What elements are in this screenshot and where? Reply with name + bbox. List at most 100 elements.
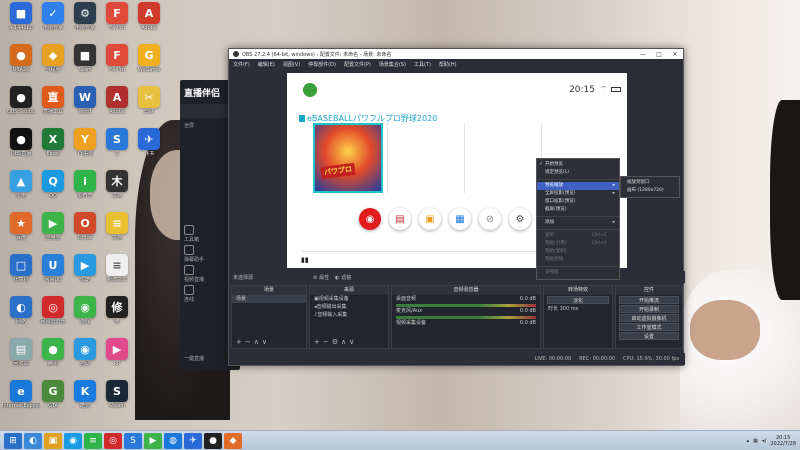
desktop-icon[interactable]: A Adobe	[130, 2, 168, 31]
menu-item[interactable]: 工具(T)	[414, 61, 431, 68]
taskbar-app-button[interactable]: ◆	[224, 432, 242, 449]
minimize-icon[interactable]: —	[635, 51, 651, 58]
app-icon: ●	[42, 338, 64, 360]
taskbar-app-button[interactable]: ✈	[184, 432, 202, 449]
desktop-icon[interactable]: 木文档	[98, 170, 136, 199]
app-icon: A	[106, 86, 128, 108]
desktop-icon[interactable]: G WeGame	[130, 44, 168, 73]
properties-button[interactable]: ⚙ 属性	[313, 274, 329, 281]
context-menu-item: 粘贴(复制)	[545, 249, 567, 254]
joycon-icon: ▮▮	[301, 256, 309, 264]
start-recording-button[interactable]: 开始录制	[619, 305, 679, 313]
sources-footer-controls[interactable]: +−⚙∧∨	[314, 338, 357, 346]
windows-taskbar: ⊞ ◐ ▣ ◉ ≡ ◎ S ▶ ◍ ✈ ● ◆ ▴ ▦ ◂) 20:15 2022/7/28	[0, 430, 800, 450]
taskbar-app-button[interactable]: S	[124, 432, 142, 449]
duration-input[interactable]: 300 ms	[560, 305, 579, 313]
close-icon[interactable]: ✕	[667, 51, 683, 58]
context-menu-item[interactable]: 锁定预览(L)	[537, 169, 619, 177]
transition-select[interactable]: 淡化	[547, 296, 609, 304]
context-menu-item[interactable]: 添加 ▸	[537, 219, 619, 227]
taskbar-app-button[interactable]: ⊞	[4, 432, 22, 449]
desktop-icon[interactable]: 修修	[98, 296, 136, 325]
online-icon[interactable]: ◉	[359, 208, 381, 230]
source-item[interactable]: ▣ 视频采集设备	[310, 295, 388, 303]
app-icon: S	[106, 380, 128, 402]
bg-app-item[interactable]: 弹幕助手	[184, 245, 224, 263]
news-icon[interactable]: ▤	[389, 208, 411, 230]
desktop-icon[interactable]: S Steam	[98, 380, 136, 409]
bg-app-item[interactable]: 连线	[184, 285, 224, 303]
switch-user-avatar[interactable]	[303, 83, 317, 97]
source-item[interactable]: ♪ 音频输入采集	[310, 311, 388, 319]
app-icon: W	[74, 86, 96, 108]
obs-titlebar[interactable]: OBS 27.2.4 (64-bit, windows) - 配置文件: 未命名…	[229, 49, 683, 59]
app-icon: ▤	[10, 338, 32, 360]
submenu-item-fit-window[interactable]: 缩放到窗口	[621, 179, 679, 187]
context-menu-item: 多视图	[545, 270, 559, 275]
desktop-icon-label: WeGame	[137, 67, 161, 73]
app-icon: 修	[106, 296, 128, 318]
menu-item[interactable]: 配置文件(P)	[344, 61, 371, 68]
taskbar-app-button[interactable]: ◐	[24, 432, 42, 449]
menu-item[interactable]: 场景集合(S)	[379, 61, 406, 68]
desktop-icon-label: PP	[113, 361, 121, 367]
context-menu-item: 复制 Ctrl+C	[545, 233, 607, 238]
app-icon: F	[106, 44, 128, 66]
taskbar-app-button[interactable]: ◉	[64, 432, 82, 449]
volume-icon[interactable]: ◂)	[762, 438, 766, 444]
start-streaming-button[interactable]: 开始推流	[619, 296, 679, 304]
menu-item[interactable]: 帮助(H)	[439, 61, 457, 68]
desktop-icon-label: 修	[114, 319, 120, 325]
settings-button[interactable]: 设置	[619, 332, 679, 340]
menu-item[interactable]: 编辑(E)	[258, 61, 275, 68]
bg-app-item[interactable]: 工具箱	[184, 225, 224, 243]
controllers-icon[interactable]: ⊘	[479, 208, 501, 230]
menu-separator	[537, 266, 619, 267]
eshop-icon[interactable]: ▣	[419, 208, 441, 230]
taskbar-app-button[interactable]: ≡	[84, 432, 102, 449]
desktop-icon[interactable]: ✈ 飞书	[130, 128, 168, 157]
context-menu-item[interactable]: 全屏投影(预览) ▸	[537, 190, 619, 198]
scene-item[interactable]: 场景	[232, 295, 306, 303]
app-icon: ▶	[42, 212, 64, 234]
bg-app-item[interactable]: 视频直播	[184, 265, 224, 283]
album-icon[interactable]: ▦	[449, 208, 471, 230]
scenes-footer-controls[interactable]: +−∧∨	[236, 338, 270, 346]
taskbar-clock[interactable]: 20:15 2022/7/28	[770, 435, 796, 447]
taskbar-app-button[interactable]: ▶	[144, 432, 162, 449]
system-tray: ▴ ▦ ◂) 20:15 2022/7/28	[747, 435, 800, 447]
taskbar-app-button[interactable]: ◎	[104, 432, 122, 449]
app-icon: ●	[10, 44, 32, 66]
submenu-item-canvas[interactable]: 画布 (1280x720)	[621, 187, 679, 195]
app-icon: ◆	[42, 44, 64, 66]
app-icon: ⚙	[74, 2, 96, 24]
studio-mode-button[interactable]: 工作室模式	[619, 323, 679, 331]
desktop-icon[interactable]: ≡ 新建文本	[98, 254, 136, 283]
context-menu-item[interactable]: 预览缩放 ▸	[537, 182, 619, 190]
shortcut-label: Ctrl+V	[592, 241, 607, 246]
desktop-icon[interactable]: ≡ 文档	[98, 212, 136, 241]
maximize-icon[interactable]: □	[651, 51, 667, 58]
network-icon[interactable]: ▦	[753, 438, 758, 444]
settings-icon[interactable]: ⚙	[509, 208, 531, 230]
desktop-icon[interactable]: ▶ PP	[98, 338, 136, 367]
scenes-panel: 场景 场景 +−∧∨	[231, 285, 307, 349]
taskbar-app-button[interactable]: ◍	[164, 432, 182, 449]
context-menu-item[interactable]: 开始预览 ✓	[537, 161, 619, 169]
bg-app-item[interactable]: 全屏	[184, 122, 224, 129]
menu-item[interactable]: 视图(V)	[283, 61, 300, 68]
context-menu-item[interactable]: 窗口投影(预览)	[537, 198, 619, 206]
filters-button[interactable]: ◐ 滤镜	[335, 274, 351, 281]
bg-app-item[interactable]: 一键直播	[184, 355, 224, 362]
desktop-icon[interactable]: ✂ 剪映	[130, 86, 168, 115]
virtual-camera-button[interactable]: 启动虚拟摄像机	[619, 314, 679, 322]
taskbar-app-button[interactable]: ▣	[44, 432, 62, 449]
source-item[interactable]: ◂ 音频输出采集	[310, 303, 388, 311]
menu-item[interactable]: 文件(F)	[233, 61, 250, 68]
taskbar-app-button[interactable]: ●	[204, 432, 222, 449]
context-menu-item[interactable]: 截屏(预览)	[537, 206, 619, 214]
game-tile[interactable]: パワプロ	[313, 123, 383, 193]
tray-arrow-icon[interactable]: ▴	[747, 438, 750, 444]
app-icon: ●	[10, 86, 32, 108]
menu-item[interactable]: 停靠部件(D)	[308, 61, 336, 68]
